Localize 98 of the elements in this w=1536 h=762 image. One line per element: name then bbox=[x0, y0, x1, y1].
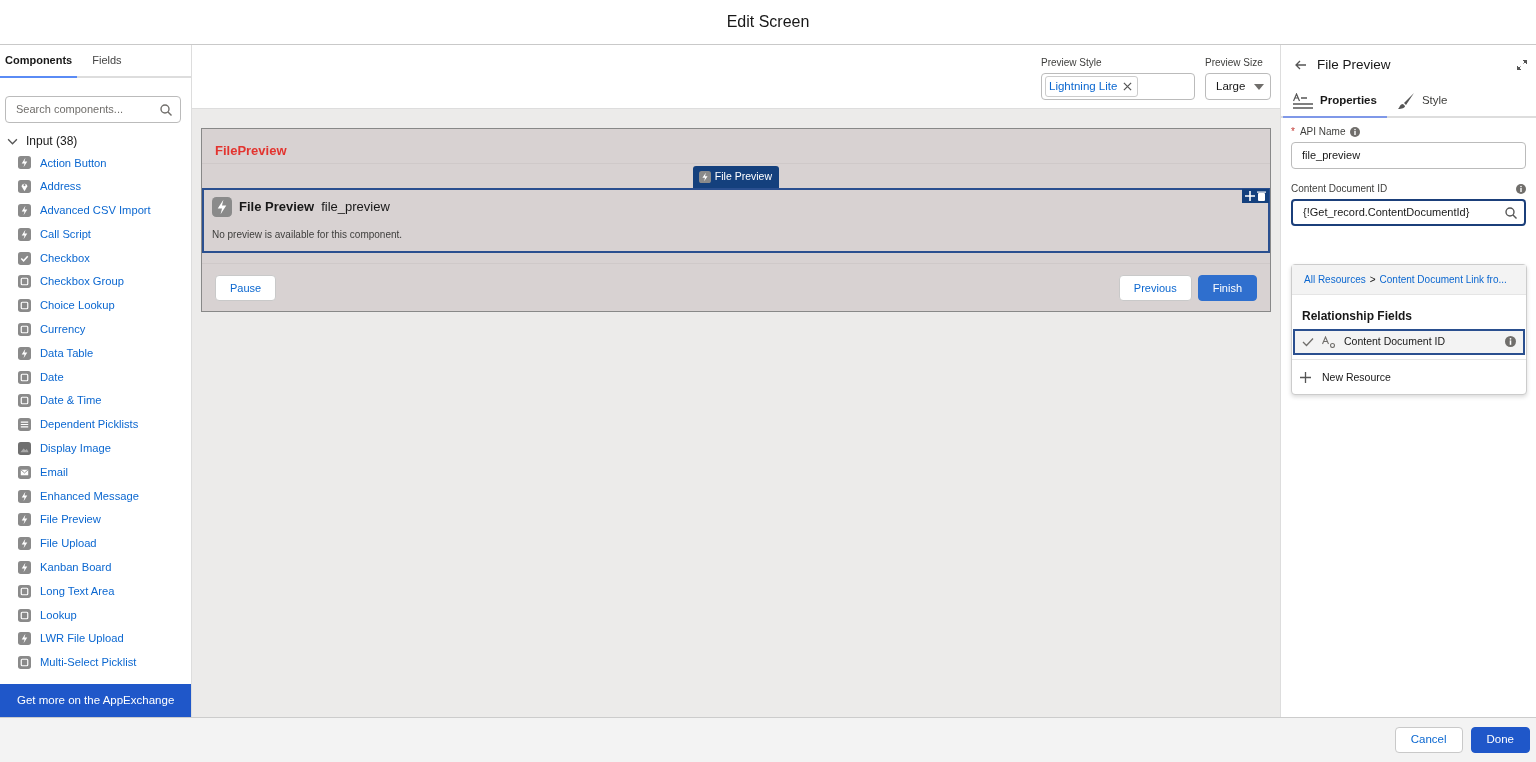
check-icon bbox=[1302, 336, 1314, 347]
expand-icon[interactable] bbox=[1517, 60, 1527, 70]
bolt-icon bbox=[18, 489, 31, 503]
footer-button[interactable]: Cancel bbox=[1394, 727, 1463, 753]
screen-button[interactable]: Finish bbox=[1197, 275, 1257, 301]
component-item[interactable]: Date & Time bbox=[0, 388, 191, 413]
panel-title: File Preview bbox=[1317, 55, 1392, 74]
window-title: Edit Screen bbox=[726, 12, 810, 32]
component-item[interactable]: Advanced CSV Import bbox=[0, 198, 191, 223]
lookup-field[interactable]: {!Get_record.ContentDocumentId} bbox=[1291, 199, 1526, 226]
list-icon bbox=[18, 418, 31, 432]
component-item[interactable]: File Preview bbox=[0, 507, 191, 532]
screen-button[interactable]: Pause bbox=[215, 275, 277, 301]
component-item[interactable]: Choice Lookup bbox=[0, 293, 191, 318]
info-icon bbox=[1505, 336, 1516, 348]
component-item[interactable]: Call Script bbox=[0, 222, 191, 247]
form-icon bbox=[18, 275, 31, 289]
component-item[interactable]: Lookup bbox=[0, 603, 191, 627]
move-icon[interactable] bbox=[1245, 191, 1255, 201]
component-item[interactable]: Dependent Picklists bbox=[0, 412, 191, 437]
form-icon bbox=[18, 322, 31, 336]
plus-icon bbox=[1300, 372, 1311, 384]
caret-icon bbox=[1254, 83, 1264, 90]
pin-icon bbox=[18, 180, 31, 194]
search-icon bbox=[1505, 206, 1517, 219]
panel-tab[interactable]: Components bbox=[0, 45, 78, 78]
panel-tab[interactable]: Fields bbox=[87, 45, 127, 78]
form-icon bbox=[18, 370, 31, 384]
field-label: Preview Style bbox=[1041, 56, 1103, 70]
component-item[interactable]: Checkbox Group bbox=[0, 270, 191, 294]
component-item[interactable]: Data Table bbox=[0, 341, 191, 366]
properties-tab[interactable]: Properties bbox=[1283, 85, 1387, 118]
form-icon bbox=[18, 299, 31, 313]
component-item[interactable]: Email bbox=[0, 460, 191, 485]
form-icon bbox=[18, 394, 31, 408]
form-icon bbox=[18, 608, 31, 622]
group-heading: Relationship Fields bbox=[1301, 308, 1413, 325]
close-icon[interactable] bbox=[1123, 82, 1133, 91]
component-message: No preview is available for this component. bbox=[212, 228, 404, 242]
component-item[interactable]: File Upload bbox=[0, 531, 191, 556]
component-tag: File Preview bbox=[692, 166, 779, 188]
new-resource-option[interactable]: New Resource bbox=[1292, 358, 1526, 394]
component-title: File Preview bbox=[239, 198, 315, 217]
bolt-icon bbox=[18, 227, 31, 241]
bolt-icon bbox=[18, 560, 31, 574]
appexchange-link[interactable]: Get more on the AppExchange bbox=[0, 684, 191, 717]
bolt-icon bbox=[698, 171, 711, 184]
bolt-icon bbox=[18, 204, 31, 217]
mail-icon bbox=[18, 465, 31, 479]
screen-title: FilePreview bbox=[215, 143, 287, 158]
component-item[interactable]: Checkbox bbox=[0, 246, 191, 270]
component-item[interactable]: Display Image bbox=[0, 436, 191, 461]
text-lines-icon bbox=[1293, 92, 1313, 109]
component-item[interactable]: Long Text Area bbox=[0, 579, 191, 604]
section-label: Input (38) bbox=[26, 133, 78, 150]
input-field[interactable]: file_preview bbox=[1291, 142, 1526, 169]
component-item[interactable]: Address bbox=[0, 174, 191, 199]
bolt-icon bbox=[18, 346, 31, 360]
trash-icon[interactable] bbox=[1257, 191, 1266, 201]
bolt-icon bbox=[18, 537, 31, 551]
style-pill[interactable]: Lightning Lite bbox=[1045, 76, 1139, 97]
screen-button[interactable]: Previous bbox=[1118, 275, 1192, 301]
field-label: Content Document ID bbox=[1291, 182, 1388, 196]
info-icon bbox=[1516, 183, 1526, 194]
component-box[interactable]: File Preview file_preview No preview is available for this component. bbox=[202, 188, 1270, 253]
preview-size-select[interactable]: Large bbox=[1205, 73, 1271, 100]
component-item[interactable]: Action Button bbox=[0, 151, 191, 175]
breadcrumb-separator: > bbox=[1369, 273, 1376, 287]
field-label: Preview Size bbox=[1205, 56, 1264, 70]
preview-style-field[interactable]: Lightning Lite bbox=[1041, 73, 1195, 100]
text-type-icon bbox=[1322, 335, 1336, 348]
section-header[interactable]: Input (38) bbox=[0, 131, 191, 151]
component-item[interactable]: Date bbox=[0, 365, 191, 389]
search-icon bbox=[160, 104, 172, 117]
bolt-icon bbox=[18, 156, 31, 170]
breadcrumb-link[interactable]: Content Document Link fro... bbox=[1379, 272, 1507, 287]
required-mark: * bbox=[1291, 125, 1295, 139]
component-item[interactable]: Kanban Board bbox=[0, 555, 191, 580]
component-api-name: file_preview bbox=[321, 198, 390, 217]
bolt-icon bbox=[18, 632, 31, 646]
info-icon bbox=[1350, 126, 1361, 137]
bolt-icon bbox=[212, 197, 232, 217]
field-label: API Name bbox=[1299, 125, 1346, 139]
back-arrow-icon[interactable] bbox=[1295, 60, 1307, 70]
form-icon bbox=[18, 584, 31, 598]
breadcrumb-link[interactable]: All Resources bbox=[1304, 272, 1366, 287]
component-item[interactable]: Enhanced Message bbox=[0, 484, 191, 508]
checkbox-icon bbox=[18, 251, 31, 265]
component-item[interactable]: LWR File Upload bbox=[0, 626, 191, 651]
component-item[interactable]: Multi-Select Picklist bbox=[0, 650, 191, 675]
bolt-icon bbox=[18, 513, 31, 527]
form-icon bbox=[18, 656, 31, 670]
image-icon bbox=[18, 441, 31, 455]
properties-tab[interactable]: Style bbox=[1386, 85, 1458, 118]
component-item[interactable]: Currency bbox=[0, 317, 191, 342]
footer-button[interactable]: Done bbox=[1470, 727, 1530, 753]
resource-option[interactable]: Content Document ID bbox=[1293, 329, 1525, 355]
search-field[interactable]: Search components... bbox=[5, 96, 181, 123]
